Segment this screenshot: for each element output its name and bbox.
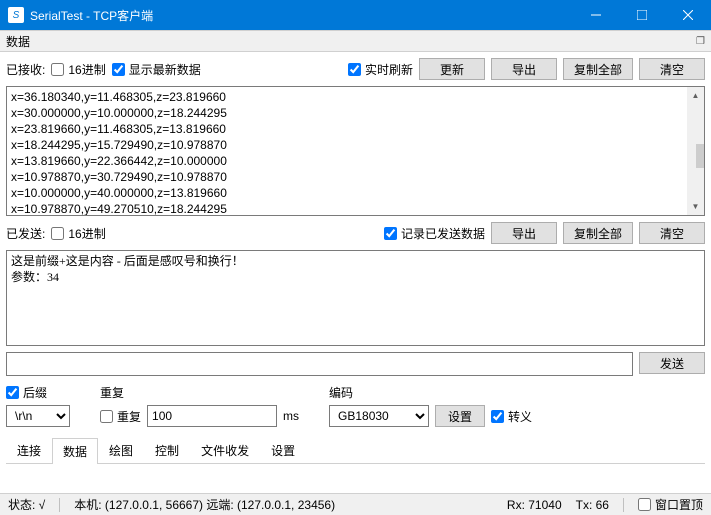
recv-text: x=36.180340,y=11.468305,z=23.819660 x=30… bbox=[7, 87, 704, 216]
send-label: 已发送: bbox=[6, 225, 45, 242]
send-input[interactable] bbox=[6, 352, 633, 376]
send-clear-button[interactable]: 清空 bbox=[639, 222, 705, 244]
status-tx: Tx: 66 bbox=[576, 498, 609, 512]
app-icon: S bbox=[8, 7, 24, 23]
send-hex-checkbox[interactable]: 16进制 bbox=[51, 225, 105, 242]
send-input-row: 发送 bbox=[6, 352, 705, 376]
window-title: SerialTest - TCP客户端 bbox=[30, 7, 573, 24]
repeat-label: 重复 bbox=[100, 384, 299, 401]
tab-1[interactable]: 数据 bbox=[52, 438, 98, 464]
update-button[interactable]: 更新 bbox=[419, 58, 485, 80]
escape-checkbox[interactable]: 转义 bbox=[491, 408, 532, 425]
recv-clear-button[interactable]: 清空 bbox=[639, 58, 705, 80]
tab-bar: 连接数据绘图控制文件收发设置 bbox=[6, 437, 705, 464]
send-copyall-button[interactable]: 复制全部 bbox=[563, 222, 633, 244]
close-button[interactable] bbox=[665, 0, 711, 30]
status-rx: Rx: 71040 bbox=[507, 498, 562, 512]
recv-hex-checkbox[interactable]: 16进制 bbox=[51, 61, 105, 78]
repeat-unit: ms bbox=[283, 409, 299, 423]
status-addr: 本机: (127.0.0.1, 56667) 远端: (127.0.0.1, 2… bbox=[74, 496, 335, 513]
repeat-checkbox[interactable]: 重复 bbox=[100, 408, 141, 425]
send-toolbar: 已发送: 16进制 记录已发送数据 导出 复制全部 清空 bbox=[6, 222, 705, 244]
status-state: 状态: √ bbox=[8, 496, 45, 513]
recv-copyall-button[interactable]: 复制全部 bbox=[563, 58, 633, 80]
recv-scrollbar[interactable]: ▲ ▼ bbox=[687, 87, 704, 215]
content: 已接收: 16进制 显示最新数据 实时刷新 更新 导出 复制全部 清空 x=36… bbox=[0, 52, 711, 493]
encoding-set-button[interactable]: 设置 bbox=[435, 405, 485, 427]
titlebar: S SerialTest - TCP客户端 bbox=[0, 0, 711, 30]
encoding-select[interactable]: GB18030 bbox=[329, 405, 429, 427]
recv-textarea[interactable]: x=36.180340,y=11.468305,z=23.819660 x=30… bbox=[6, 86, 705, 216]
recv-export-button[interactable]: 导出 bbox=[491, 58, 557, 80]
scroll-thumb[interactable] bbox=[696, 144, 706, 168]
tab-4[interactable]: 文件收发 bbox=[190, 437, 260, 463]
tab-0[interactable]: 连接 bbox=[6, 437, 52, 463]
log-sent-checkbox[interactable]: 记录已发送数据 bbox=[384, 225, 485, 242]
tab-2[interactable]: 绘图 bbox=[98, 437, 144, 463]
suffix-checkbox[interactable]: 后缀 bbox=[6, 384, 70, 401]
sent-text: 这是前缀+这是内容 - 后面是感叹号和换行！ 参数：34 bbox=[7, 251, 704, 287]
recv-showlatest-checkbox[interactable]: 显示最新数据 bbox=[112, 61, 201, 78]
recv-label: 已接收: bbox=[6, 61, 45, 78]
options-section: 后缀 \r\n 重复 重复 100 ms 编码 GB18030 设置 转义 bbox=[6, 384, 705, 427]
scroll-down-icon[interactable]: ▼ bbox=[687, 198, 704, 215]
send-button[interactable]: 发送 bbox=[639, 352, 705, 374]
minimize-button[interactable] bbox=[573, 0, 619, 30]
suffix-select[interactable]: \r\n bbox=[6, 405, 70, 427]
scroll-up-icon[interactable]: ▲ bbox=[687, 87, 704, 104]
recv-realtime-checkbox[interactable]: 实时刷新 bbox=[348, 61, 413, 78]
panel-header: 数据 ❐ bbox=[0, 30, 711, 52]
repeat-interval-field[interactable]: 100 bbox=[147, 405, 277, 427]
status-bar: 状态: √ 本机: (127.0.0.1, 56667) 远端: (127.0.… bbox=[0, 493, 711, 515]
sent-textarea[interactable]: 这是前缀+这是内容 - 后面是感叹号和换行！ 参数：34 bbox=[6, 250, 705, 346]
tab-3[interactable]: 控制 bbox=[144, 437, 190, 463]
encoding-label: 编码 bbox=[329, 384, 532, 401]
send-export-button[interactable]: 导出 bbox=[491, 222, 557, 244]
tab-5[interactable]: 设置 bbox=[260, 437, 306, 463]
panel-title: 数据 bbox=[6, 33, 30, 50]
recv-toolbar: 已接收: 16进制 显示最新数据 实时刷新 更新 导出 复制全部 清空 bbox=[6, 58, 705, 80]
detach-icon[interactable]: ❐ bbox=[696, 36, 705, 47]
ontop-checkbox[interactable]: 窗口置顶 bbox=[638, 496, 703, 513]
maximize-button[interactable] bbox=[619, 0, 665, 30]
